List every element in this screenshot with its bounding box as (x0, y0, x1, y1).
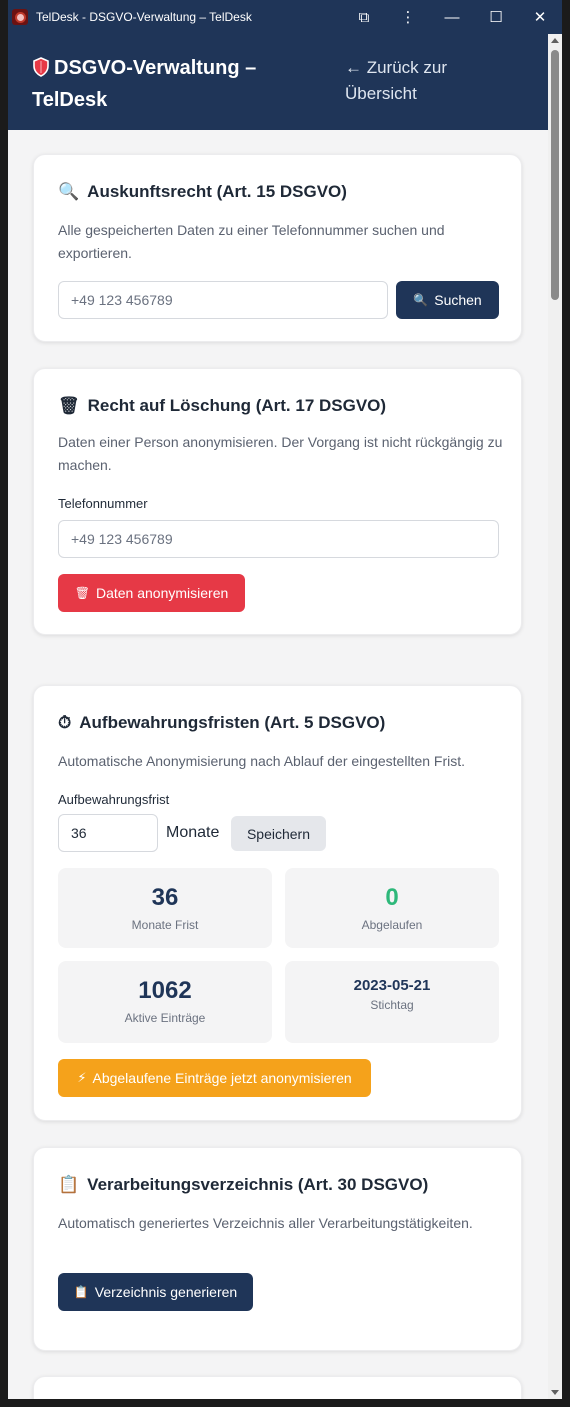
card-description: Automatische Anonymisierung nach Ablauf … (58, 753, 466, 769)
stat-value: 2023-05-21 (353, 977, 431, 994)
browser-window: TelDesk - DSGVO-Verwaltung – TelDesk ⧉ ⋮… (8, 0, 562, 1399)
card-description: Daten einer Person anonymisieren. Der Vo… (58, 434, 503, 473)
stat-box-expired: 0 Abgelaufen (285, 868, 499, 948)
anonymize-button-label: Daten anonymisieren (95, 585, 229, 601)
card-description: Automatisch generiertes Verzeichnis alle… (58, 1215, 473, 1231)
retention-label: Aufbewahrungsfrist (58, 792, 170, 807)
stat-value: 36 (151, 884, 179, 911)
stat-label: Stichtag (370, 998, 414, 1012)
phone-label: Telefonnummer (58, 496, 148, 511)
close-button[interactable]: ✕ (518, 0, 562, 34)
lightning-icon: ⚡ (77, 1070, 87, 1086)
stat-label: Monate Frist (131, 918, 199, 932)
card-title-text: Auskunftsrecht (Art. 15 DSGVO) (87, 182, 347, 201)
card-title-text: Recht auf Löschung (Art. 17 DSGVO) (87, 396, 387, 415)
title-bar: TelDesk - DSGVO-Verwaltung – TelDesk ⧉ ⋮… (8, 0, 562, 34)
stat-box-active: 1062 Aktive Einträge (58, 961, 272, 1043)
card-title: ⏱ Aufbewahrungsfristen (Art. 5 DSGVO) (58, 713, 385, 733)
card-title-text: Verarbeitungsverzeichnis (Art. 30 DSGVO) (87, 1175, 429, 1194)
back-link[interactable]: ← Zurück zur Übersicht (345, 55, 505, 107)
page-title-text: DSGVO-Verwaltung – TelDesk (32, 57, 257, 111)
stat-value: 0 (385, 884, 399, 911)
search-icon: 🔍 (413, 293, 429, 307)
card-title: 🔍 Auskunftsrecht (Art. 15 DSGVO) (58, 182, 347, 202)
card-aufbewahrungsfristen: ⏱ Aufbewahrungsfristen (Art. 5 DSGVO) Au… (33, 685, 522, 1121)
page-header: DSGVO-Verwaltung – TelDesk ← Zurück zur … (8, 34, 548, 130)
clipboard-icon: 📋 (73, 1285, 89, 1299)
maximize-button[interactable]: ☐ (474, 0, 518, 34)
app-icon (12, 9, 28, 25)
stat-label: Abgelaufen (361, 918, 423, 932)
search-button[interactable]: 🔍 Suchen (396, 281, 499, 319)
stat-box-stichtag: 2023-05-21 Stichtag (285, 961, 499, 1043)
vertical-scrollbar[interactable] (548, 34, 562, 1399)
card-title-text: Aufbewahrungsfristen (Art. 5 DSGVO) (79, 713, 386, 732)
stat-value: 1062 (138, 977, 192, 1004)
search-button-label: Suchen (434, 292, 482, 308)
magnifier-icon: 🔍 (58, 182, 80, 202)
phone-input[interactable]: +49 123 456789 (58, 520, 499, 558)
card-title: 🗑 Recht auf Löschung (Art. 17 DSGVO) (58, 396, 386, 416)
trash-icon: 🗑 (58, 396, 80, 416)
anonymize-expired-label: Abgelaufene Einträge jetzt anonymisieren (92, 1070, 352, 1086)
stopwatch-icon: ⏱ (58, 713, 72, 733)
generate-register-button[interactable]: 📋 Verzeichnis generieren (58, 1273, 253, 1311)
trash-icon: 🗑 (74, 586, 90, 600)
anonymize-data-button[interactable]: 🗑 Daten anonymisieren (58, 574, 245, 612)
retention-months-input[interactable]: 36 (58, 814, 158, 852)
card-title: 📋 Verarbeitungsverzeichnis (Art. 30 DSGV… (58, 1175, 428, 1195)
card-next-partial (33, 1376, 522, 1399)
clipboard-icon: 📋 (58, 1175, 80, 1195)
phone-search-input[interactable]: +49 123 456789 (58, 281, 388, 319)
menu-icon[interactable]: ⋮ (386, 0, 430, 34)
window-title: TelDesk - DSGVO-Verwaltung – TelDesk (36, 10, 252, 24)
card-verarbeitungsverzeichnis: 📋 Verarbeitungsverzeichnis (Art. 30 DSGV… (33, 1147, 522, 1351)
unit-label: Monate (166, 824, 220, 841)
card-loeschung: 🗑 Recht auf Löschung (Art. 17 DSGVO) Dat… (33, 368, 522, 635)
generate-button-label: Verzeichnis generieren (94, 1284, 238, 1300)
card-description: Alle gespeicherten Daten zu einer Telefo… (58, 222, 445, 261)
stat-box-frist: 36 Monate Frist (58, 868, 272, 948)
scroll-thumb[interactable] (551, 50, 559, 300)
page-title: DSGVO-Verwaltung – TelDesk (32, 52, 302, 116)
anonymize-expired-button[interactable]: ⚡ Abgelaufene Einträge jetzt anonymisier… (58, 1059, 371, 1097)
card-auskunftsrecht: 🔍 Auskunftsrecht (Art. 15 DSGVO) Alle ge… (33, 154, 522, 342)
shield-icon (33, 57, 49, 77)
scroll-down-icon[interactable] (551, 1390, 559, 1395)
save-button[interactable]: Speichern (231, 816, 326, 851)
main-content: 🔍 Auskunftsrecht (Art. 15 DSGVO) Alle ge… (8, 130, 548, 1399)
scroll-up-icon[interactable] (551, 38, 559, 43)
extensions-icon[interactable]: ⧉ (342, 0, 386, 34)
stat-label: Aktive Einträge (124, 1011, 206, 1025)
minimize-button[interactable]: — (430, 0, 474, 34)
